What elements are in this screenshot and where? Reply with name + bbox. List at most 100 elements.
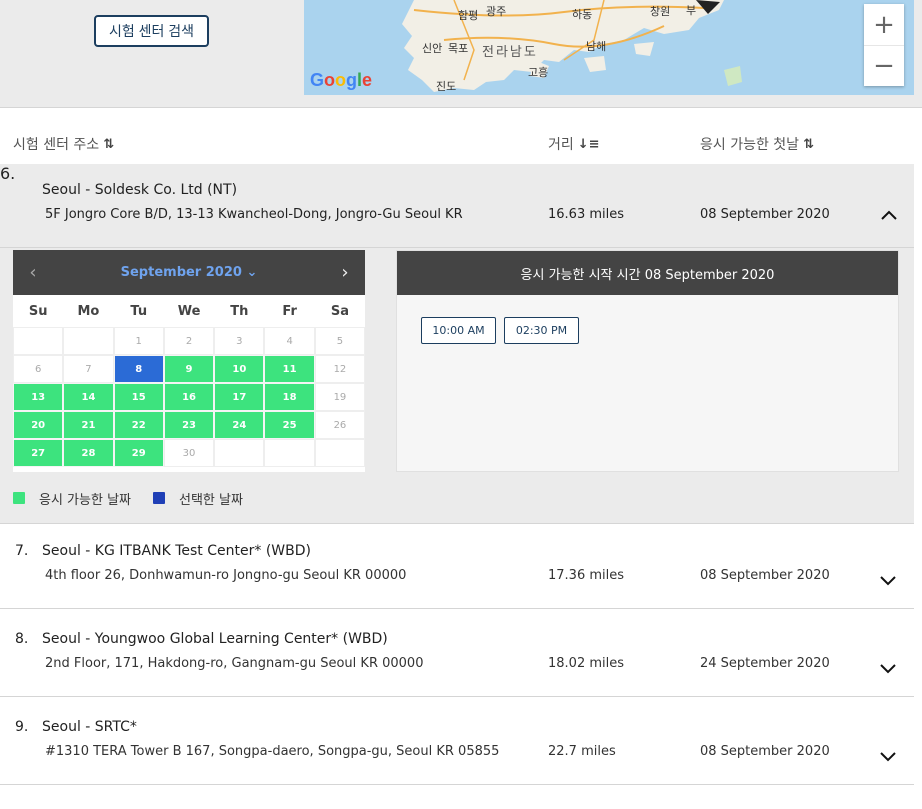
sort-by-first-date[interactable]: 응시 가능한 첫날 ⇅ [700,134,814,154]
next-month-icon[interactable]: › [335,262,355,283]
map-region-label: 전라남도 [482,45,538,60]
start-times-list: 10:00 AM 02:30 PM [397,295,898,344]
center-distance: 16.63 miles [548,207,625,222]
weekday-label: We [177,303,201,319]
map-label: 신안 [422,42,443,55]
calendar-day-available[interactable]: 14 [63,383,114,411]
sort-icon: ⇅ [103,136,115,152]
map-view[interactable]: 함평 광주 하동 창원 부 신안 목포 전라남도 남해 고흥 진도 Google… [304,0,914,95]
calendar-day-unavailable: 2 [163,327,215,355]
column-distance-label: 거리 [548,137,574,153]
search-band: 시험 센터 검색 함평 광주 하동 창원 부 신안 목포 전라남도 남해 고흥 … [0,0,922,108]
center-distance: 17.36 miles [548,568,625,583]
center-row[interactable]: 9. Seoul - SRTC* #1310 TERA Tower B 167,… [0,697,914,785]
chevron-down-icon[interactable] [878,659,898,679]
map-label: 목포 [448,42,469,55]
selected-swatch [153,492,165,504]
center-first-date: 08 September 2020 [700,207,830,222]
center-index: 6. [0,164,16,183]
weekday-label: Su [28,303,48,319]
calendar-days-grid: 1 2 3 4 5 6 7 8 9 10 11 12 13 14 15 16 17 18 19 20 21 22 23 24 2… [13,327,366,467]
calendar-day-available[interactable]: 17 [214,383,265,411]
weekday-label: Fr [282,303,297,319]
center-distance: 22.7 miles [548,744,616,759]
map-label: 남해 [586,40,607,53]
calendar-day-available[interactable]: 22 [113,411,164,439]
calendar-day-available[interactable]: 10 [214,355,265,383]
start-times-header: 응시 가능한 시작 시간 08 September 2020 [397,251,898,295]
calendar-day-available[interactable]: 9 [163,355,215,383]
map-label: 부 [686,4,697,17]
calendar-day-available[interactable]: 15 [113,383,164,411]
calendar-legend: 응시 가능한 날짜 선택한 날짜 [13,488,265,508]
weekday-label: Th [230,303,249,319]
weekday-label: Sa [330,303,349,319]
map-zoom-control: + − [864,4,904,86]
sort-icon: ⇅ [803,136,814,152]
calendar-empty-cell [214,439,265,467]
sort-by-distance[interactable]: 거리 ↓≡ [548,134,600,154]
calendar-day-available[interactable]: 27 [13,439,64,467]
center-row[interactable]: 8. Seoul - Youngwoo Global Learning Cent… [0,609,914,697]
calendar-day-unavailable: 26 [314,411,366,439]
calendar-day-unavailable: 4 [264,327,315,355]
column-address-label: 시험 센터 주소 [13,137,100,153]
calendar-day-available[interactable]: 29 [113,439,164,467]
calendar-day-unavailable: 3 [214,327,265,355]
calendar-empty-cell [314,439,366,467]
map-label: 창원 [650,5,671,18]
calendar-day-available[interactable]: 24 [214,411,265,439]
calendar-day-available[interactable]: 21 [63,411,114,439]
weekday-label: Tu [130,303,148,319]
map-label: 하동 [572,8,593,21]
weekday-label: Mo [77,303,100,319]
calendar-day-unavailable: 7 [63,355,114,383]
calendar-day-available[interactable]: 13 [13,383,64,411]
center-index: 7. [15,543,29,559]
chevron-down-icon[interactable] [878,747,898,767]
available-swatch [13,492,25,504]
time-slot-button[interactable]: 10:00 AM [421,317,496,344]
calendar-day-available[interactable]: 23 [163,411,215,439]
zoom-out-button[interactable]: − [864,45,904,86]
center-name: Seoul - Youngwoo Global Learning Center*… [42,631,388,647]
calendar-day-available[interactable]: 28 [63,439,114,467]
sort-by-address[interactable]: 시험 센터 주소 ⇅ [13,134,114,154]
map-label: 고흥 [528,66,549,79]
center-row-expanded[interactable]: 6. Seoul - Soldesk Co. Ltd (NT) 5F Jongr… [0,164,914,248]
map-label: 함평 [458,9,479,22]
sort-ascending-icon: ↓≡ [577,136,600,152]
chevron-down-icon[interactable] [878,571,898,591]
calendar-day-selected[interactable]: 8 [113,355,164,383]
calendar-empty-cell [264,439,315,467]
calendar-day-unavailable: 12 [314,355,366,383]
calendar-day-available[interactable]: 11 [264,355,315,383]
calendar-day-unavailable: 1 [113,327,164,355]
calendar-day-available[interactable]: 25 [264,411,315,439]
month-selector[interactable]: September 2020 ⌄ [121,265,258,280]
calendar-day-available[interactable]: 20 [13,411,64,439]
search-test-center-button[interactable]: 시험 센터 검색 [94,15,209,47]
center-address: 5F Jongro Core B/D, 13-13 Kwancheol-Dong… [45,207,463,222]
calendar-day-unavailable: 5 [314,327,366,355]
center-first-date: 24 September 2020 [700,656,830,671]
calendar-day-unavailable: 6 [13,355,64,383]
center-address: #1310 TERA Tower B 167, Songpa-daero, So… [45,744,500,759]
previous-month-icon[interactable]: ‹ [23,262,43,283]
center-index: 8. [15,631,29,647]
calendar-empty-cell [13,327,64,355]
center-address: 4th floor 26, Donhwamun-ro Jongno-gu Seo… [45,568,407,583]
zoom-in-button[interactable]: + [864,4,904,45]
column-first-date-label: 응시 가능한 첫날 [700,137,800,153]
legend-available-label: 응시 가능한 날짜 [39,492,131,508]
results-column-header: 시험 센터 주소 ⇅ 거리 ↓≡ 응시 가능한 첫날 ⇅ [0,126,922,160]
chevron-up-icon[interactable] [879,208,899,222]
calendar-day-available[interactable]: 18 [264,383,315,411]
center-index: 9. [15,719,29,735]
center-row[interactable]: 7. Seoul - KG ITBANK Test Center* (WBD) … [0,525,914,609]
center-first-date: 08 September 2020 [700,744,830,759]
map-label: 진도 [436,80,457,93]
calendar-day-available[interactable]: 16 [163,383,215,411]
time-slot-button[interactable]: 02:30 PM [504,317,579,344]
map-land [402,0,742,92]
